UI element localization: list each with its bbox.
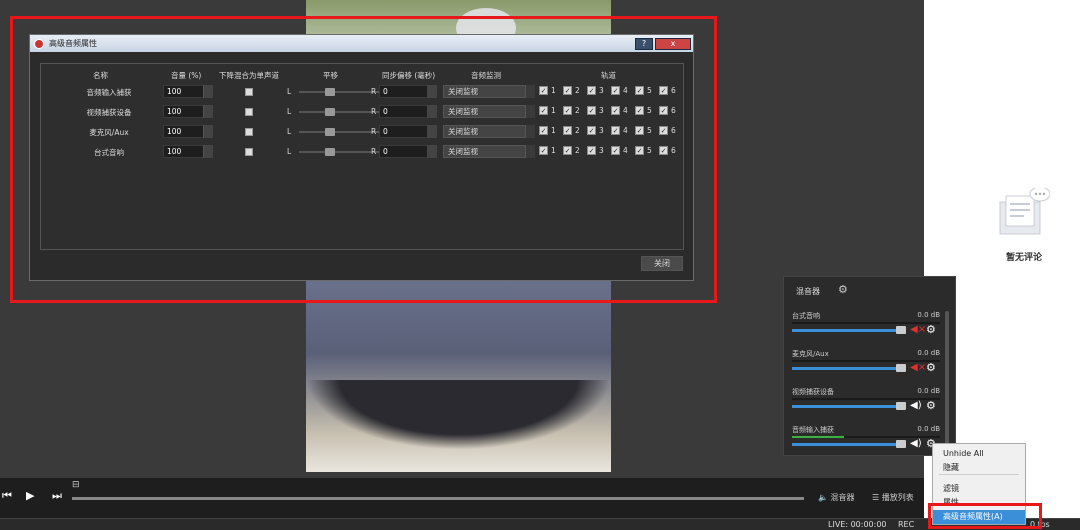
volume-slider-handle[interactable] bbox=[896, 402, 906, 410]
menu-item-hide[interactable]: 隐藏 bbox=[943, 462, 959, 473]
channel-name: 视频捕获设备 bbox=[792, 388, 834, 396]
channel-db: 0.0 dB bbox=[917, 349, 940, 357]
volume-slider[interactable] bbox=[792, 405, 896, 408]
play-icon[interactable]: ▶ bbox=[26, 489, 34, 502]
channel-name: 台式音响 bbox=[792, 312, 820, 320]
mixer-toggle[interactable]: 🔈 混音器 bbox=[818, 492, 855, 503]
speaker-icon[interactable]: ◀) bbox=[910, 438, 922, 449]
no-comment-text: 暂无评论 bbox=[1005, 253, 1042, 263]
audio-mixer-panel: 混音器 ⚙ 台式音响 0.0 dB ◀× ⚙ 麦克风/Aux 0.0 dB ◀×… bbox=[783, 276, 956, 456]
muted-speaker-icon[interactable]: ◀× bbox=[910, 362, 926, 373]
mixer-channel: 音频输入捕获 0.0 dB ◀) ⚙ bbox=[792, 425, 940, 463]
mixer-channel: 台式音响 0.0 dB ◀× ⚙ bbox=[792, 311, 940, 349]
mixer-channel: 麦克风/Aux 0.0 dB ◀× ⚙ bbox=[792, 349, 940, 387]
volume-slider[interactable] bbox=[792, 367, 896, 370]
next-icon[interactable]: ⏭ bbox=[52, 489, 62, 503]
empty-comment-icon bbox=[999, 188, 1050, 235]
rec-status: REC bbox=[898, 520, 915, 529]
mixer-title: 混音器 bbox=[796, 287, 820, 296]
volume-slider-handle[interactable] bbox=[896, 364, 906, 372]
speaker-icon[interactable]: ◀) bbox=[910, 400, 922, 411]
muted-speaker-icon[interactable]: ◀× bbox=[910, 324, 926, 335]
highlight-frame-dialog bbox=[10, 16, 717, 303]
gear-icon[interactable]: ⚙ bbox=[926, 399, 936, 412]
gear-icon[interactable]: ⚙ bbox=[926, 361, 936, 374]
progress-bar[interactable] bbox=[72, 497, 804, 500]
highlight-frame-menu bbox=[928, 503, 1042, 529]
channel-name: 麦克风/Aux bbox=[792, 350, 829, 358]
clip-icon[interactable]: ⊟ bbox=[72, 480, 80, 490]
menu-item-unhide-all[interactable]: Unhide All bbox=[943, 449, 984, 458]
previous-icon[interactable]: ⏮ bbox=[2, 489, 12, 503]
volume-slider-handle[interactable] bbox=[896, 440, 906, 448]
player-bar: ⊟ ⏮ ▶ ⏭ 🔈 混音器 ☰ 播放列表 bbox=[0, 478, 924, 518]
volume-slider[interactable] bbox=[792, 329, 896, 332]
live-status: LIVE: 00:00:00 bbox=[828, 520, 887, 529]
menu-item-filters[interactable]: 滤镜 bbox=[943, 483, 959, 494]
playlist-toggle[interactable]: ☰ 播放列表 bbox=[872, 492, 914, 503]
channel-db: 0.0 dB bbox=[917, 425, 940, 433]
gear-icon[interactable]: ⚙ bbox=[926, 323, 936, 336]
gear-icon[interactable]: ⚙ bbox=[838, 283, 848, 296]
status-bar: LIVE: 00:00:00 REC 0 fps bbox=[0, 518, 1080, 530]
menu-divider bbox=[939, 474, 1019, 475]
mixer-channel: 视频捕获设备 0.0 dB ◀) ⚙ bbox=[792, 387, 940, 425]
channel-name: 音频输入捕获 bbox=[792, 426, 834, 434]
volume-slider-handle[interactable] bbox=[896, 326, 906, 334]
scrollbar[interactable] bbox=[945, 311, 949, 451]
channel-db: 0.0 dB bbox=[917, 387, 940, 395]
volume-slider[interactable] bbox=[792, 443, 896, 446]
channel-db: 0.0 dB bbox=[917, 311, 940, 319]
